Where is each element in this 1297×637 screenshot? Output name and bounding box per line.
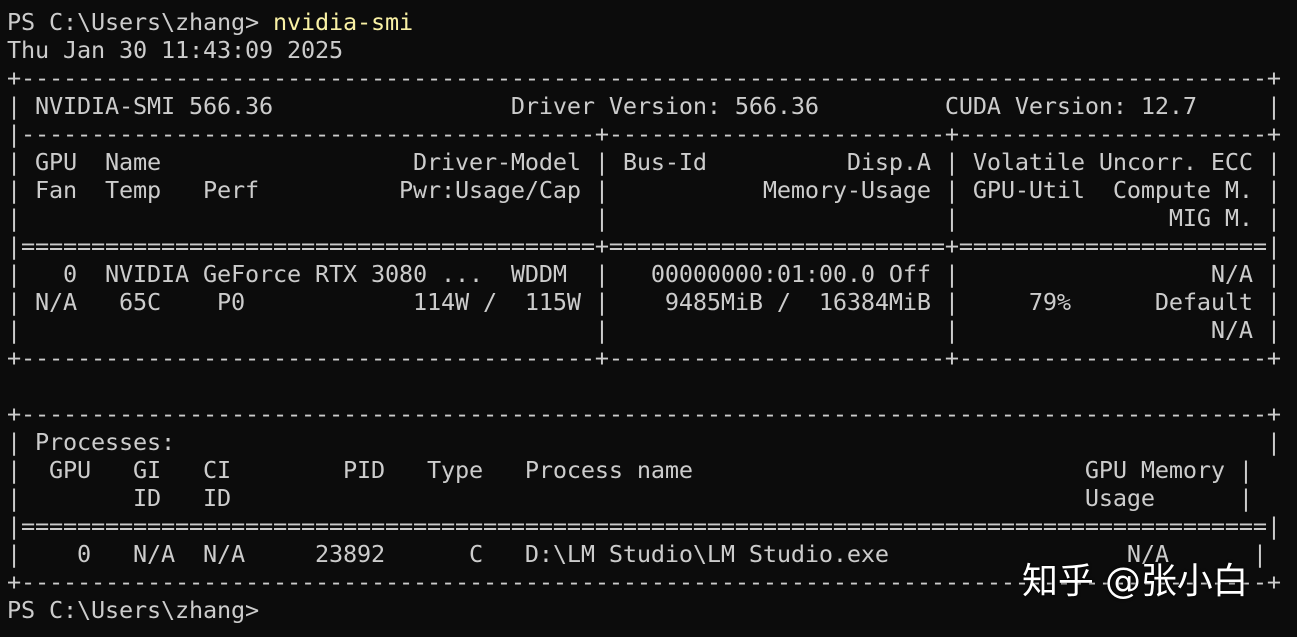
prompt-text: PS C:\Users\zhang> xyxy=(7,8,273,36)
command-text: nvidia-smi xyxy=(272,8,413,36)
output-line: |---------------------------------------… xyxy=(7,120,1281,148)
prompt-line-1: PS C:\Users\zhang> nvidia-smi xyxy=(7,8,1297,36)
output-line: | GPU GI CI PID Type Process name GPU Me… xyxy=(7,456,1253,484)
terminal-window[interactable]: PS C:\Users\zhang> nvidia-smi Thu Jan 30… xyxy=(0,0,1297,637)
output-line: | NVIDIA-SMI 566.36 Driver Version: 566.… xyxy=(7,92,1281,120)
output-line: |=======================================… xyxy=(7,512,1281,540)
output-line: | ID ID Usage | xyxy=(7,484,1253,512)
output-line: | | | MIG M. | xyxy=(7,204,1281,232)
watermark-text: 知乎 @张小白 xyxy=(1022,561,1249,602)
timestamp-line: Thu Jan 30 11:43:09 2025 xyxy=(7,36,343,64)
output-line: | GPU Name Driver-Model | Bus-Id Disp.A … xyxy=(7,148,1281,176)
output-line: +---------------------------------------… xyxy=(7,400,1281,428)
output-line: |=======================================… xyxy=(7,232,1281,260)
output-line: +---------------------------------------… xyxy=(7,64,1281,92)
output-line: | 0 NVIDIA GeForce RTX 3080 ... WDDM | 0… xyxy=(7,260,1281,288)
output-line: +---------------------------------------… xyxy=(7,344,1281,372)
output-line: | Processes: | xyxy=(7,428,1281,456)
output-line: | Fan Temp Perf Pwr:Usage/Cap | Memory-U… xyxy=(7,176,1281,204)
output-line: | N/A 65C P0 114W / 115W | 9485MiB / 163… xyxy=(7,288,1281,316)
output-line: | | | N/A | xyxy=(7,316,1281,344)
